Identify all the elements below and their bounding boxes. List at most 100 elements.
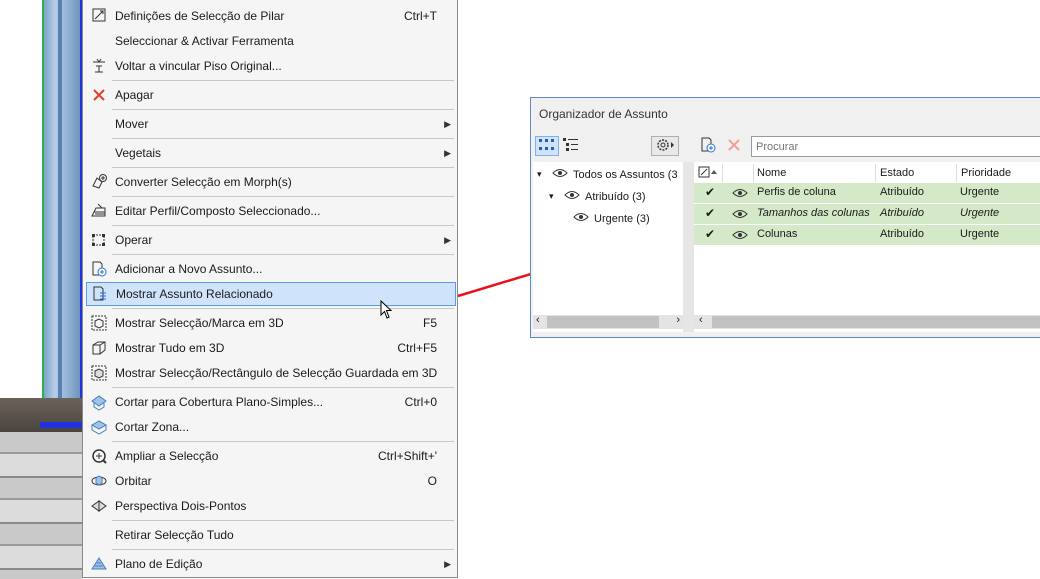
scroll-left-icon[interactable]: ‹ xyxy=(536,314,540,326)
issue-priority: Urgente xyxy=(960,228,1000,240)
tree-horizontal-scrollbar[interactable]: ‹ › xyxy=(533,314,683,329)
chevron-down-icon: ▾ xyxy=(537,169,542,179)
search-input[interactable] xyxy=(751,136,1040,157)
menu-item-vegetation[interactable]: Vegetais ▶ xyxy=(86,142,456,164)
menu-separator xyxy=(112,80,454,81)
grid-view-icon xyxy=(539,138,555,154)
menu-label: Plano de Edição xyxy=(115,557,203,571)
menu-item-select-activate-tool[interactable]: Seleccionar & Activar Ferramenta xyxy=(86,30,456,52)
settings-button[interactable] xyxy=(651,136,679,156)
menu-item-convert-to-morph[interactable]: Converter Selecção em Morph(s) xyxy=(86,171,456,193)
menu-item-two-point-perspective[interactable]: Perspectiva Dois-Pontos xyxy=(86,495,456,517)
tree-item-assigned[interactable]: ▾ Atribuído (3) xyxy=(549,190,646,203)
eye-icon[interactable] xyxy=(732,209,748,222)
menu-label: Mover xyxy=(115,117,149,131)
menu-item-cut-zone[interactable]: Cortar Zona... xyxy=(86,416,456,438)
menu-item-delete[interactable]: Apagar xyxy=(86,84,456,106)
grid-view-button[interactable] xyxy=(535,136,559,156)
checkmark-icon: ✔ xyxy=(705,227,716,241)
menu-separator xyxy=(112,441,454,442)
menu-label: Operar xyxy=(115,233,153,247)
operate-icon xyxy=(86,231,112,249)
menu-label: Vegetais xyxy=(115,146,162,160)
menu-label: Seleccionar & Activar Ferramenta xyxy=(115,34,294,48)
3d-box-icon xyxy=(86,339,112,357)
menu-item-orbit[interactable]: Orbitar O xyxy=(86,470,456,492)
menu-item-move[interactable]: Mover ▶ xyxy=(86,113,456,135)
edit-column-icon xyxy=(698,166,718,181)
menu-label: Adicionar a Novo Assunto... xyxy=(115,262,263,276)
menu-shortcut: F5 xyxy=(422,316,437,330)
eye-icon[interactable] xyxy=(564,190,580,203)
menu-item-deselect-all[interactable]: Retirar Selecção Tudo xyxy=(86,524,456,546)
morph-icon xyxy=(86,173,112,191)
column-header-edit[interactable] xyxy=(694,164,723,182)
menu-item-add-to-new-issue[interactable]: Adicionar a Novo Assunto... xyxy=(86,258,456,280)
menu-item-zoom-to-selection[interactable]: Ampliar a Selecção Ctrl+Shift+' xyxy=(86,445,456,467)
menu-item-column-settings[interactable]: Definições de Selecção de Pilar Ctrl+T xyxy=(86,5,456,27)
menu-label: Cortar Zona... xyxy=(115,420,190,434)
delete-icon xyxy=(86,87,112,103)
gear-icon xyxy=(655,137,675,156)
menu-label: Cortar para Cobertura Plano-Simples... xyxy=(115,395,324,409)
eye-icon[interactable] xyxy=(552,168,568,181)
table-row[interactable]: ✔ Perfis de coluna Atribuído Urgente xyxy=(694,183,1040,203)
column-header-status[interactable]: Estado xyxy=(877,164,957,182)
menu-label: Mostrar Tudo em 3D xyxy=(115,341,225,355)
tree-label: Atribuído (3) xyxy=(585,190,646,203)
zoom-selection-icon xyxy=(86,447,112,465)
issue-status: Atribuído xyxy=(880,228,925,240)
scrollbar-thumb[interactable] xyxy=(547,316,659,328)
list-horizontal-scrollbar[interactable]: ‹ xyxy=(694,314,1040,329)
menu-label: Mostrar Selecção/Marca em 3D xyxy=(115,316,284,330)
scroll-left-icon[interactable]: ‹ xyxy=(699,314,703,326)
tree-label: Urgente (3) xyxy=(594,212,650,225)
eye-icon[interactable] xyxy=(732,188,748,201)
menu-item-editing-plane[interactable]: Plano de Edição ▶ xyxy=(86,553,456,575)
issue-name: Tamanhos das colunas xyxy=(757,207,870,219)
menu-item-edit-profile[interactable]: Editar Perfil/Composto Seleccionado... xyxy=(86,200,456,222)
list-view-button[interactable] xyxy=(559,136,583,156)
checkmark-icon: ✔ xyxy=(705,185,716,199)
menu-item-show-marquee-3d[interactable]: Mostrar Selecção/Rectângulo de Selecção … xyxy=(86,362,456,384)
checkmark-icon: ✔ xyxy=(705,206,716,220)
menu-label: Converter Selecção em Morph(s) xyxy=(115,175,292,189)
delete-issue-button[interactable] xyxy=(723,136,745,156)
submenu-arrow-icon: ▶ xyxy=(444,234,451,245)
scroll-right-icon[interactable]: › xyxy=(676,314,680,326)
menu-shortcut: Ctrl+F5 xyxy=(397,341,437,355)
column-edge xyxy=(58,0,62,410)
eye-icon[interactable] xyxy=(732,230,748,243)
menu-item-operate[interactable]: Operar ▶ xyxy=(86,229,456,251)
window-title: Organizador de Assunto xyxy=(539,107,668,121)
eye-icon[interactable] xyxy=(573,212,589,225)
building-base xyxy=(0,432,82,579)
menu-separator xyxy=(112,167,454,168)
table-row[interactable]: ✔ Tamanhos das colunas Atribuído Urgente xyxy=(694,204,1040,224)
menu-item-relink-story[interactable]: Voltar a vincular Piso Original... xyxy=(86,55,456,77)
menu-separator xyxy=(112,138,454,139)
issue-name: Colunas xyxy=(757,228,798,240)
list-view-icon xyxy=(563,137,579,155)
perspective-icon xyxy=(86,497,112,515)
menu-separator xyxy=(112,520,454,521)
pane-splitter[interactable] xyxy=(683,162,694,332)
menu-item-trim-to-roof[interactable]: Cortar para Cobertura Plano-Simples... C… xyxy=(86,391,456,413)
menu-item-show-related-issues[interactable]: Mostrar Assunto Relacionado xyxy=(86,282,456,306)
menu-separator xyxy=(112,225,454,226)
scrollbar-thumb[interactable] xyxy=(712,316,1040,328)
new-issue-button[interactable] xyxy=(697,136,719,156)
issue-status: Atribuído xyxy=(880,207,925,219)
tree-item-urgent[interactable]: Urgente (3) xyxy=(573,212,650,225)
table-row[interactable]: ✔ Colunas Atribuído Urgente xyxy=(694,225,1040,245)
menu-item-show-all-3d[interactable]: Mostrar Tudo em 3D Ctrl+F5 xyxy=(86,337,456,359)
column-header-visibility[interactable] xyxy=(723,164,754,182)
menu-item-show-selection-3d[interactable]: Mostrar Selecção/Marca em 3D F5 xyxy=(86,312,456,334)
tree-item-all-issues[interactable]: ▾ Todos os Assuntos (3 xyxy=(537,168,678,181)
add-issue-icon xyxy=(86,260,112,278)
menu-shortcut: O xyxy=(427,474,437,488)
column-header-name[interactable]: Nome xyxy=(754,164,876,182)
column-header-priority[interactable]: Prioridade xyxy=(958,164,1040,182)
menu-label: Voltar a vincular Piso Original... xyxy=(115,59,282,73)
issue-priority: Urgente xyxy=(960,186,1000,198)
